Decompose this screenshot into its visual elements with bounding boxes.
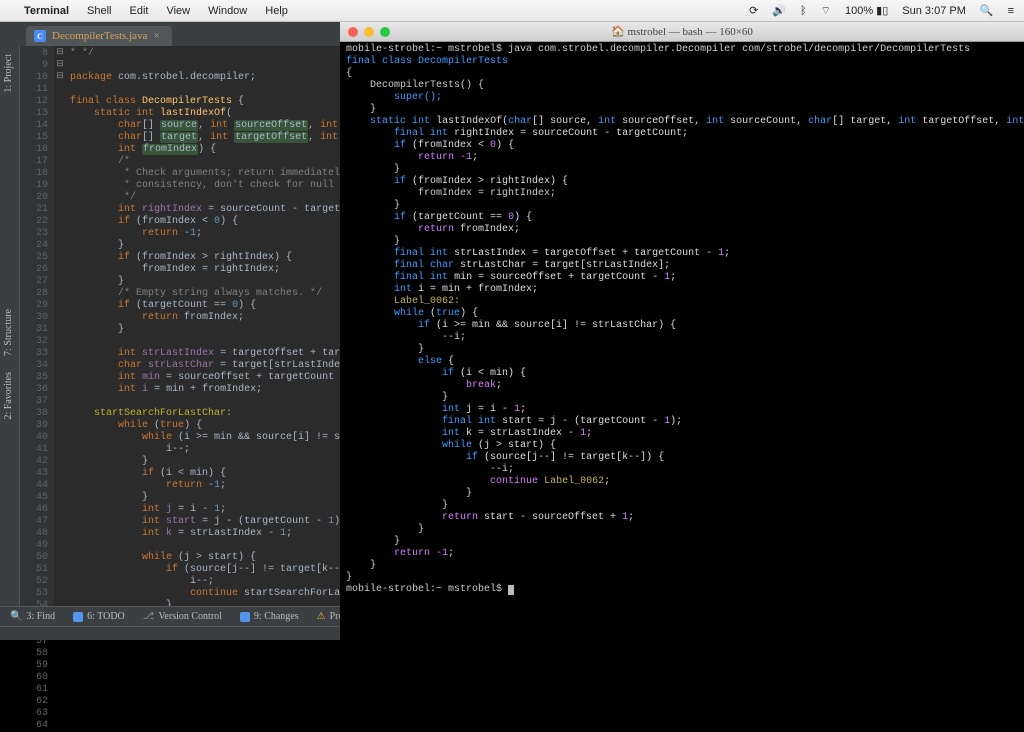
battery-status[interactable]: 100% ▮▯	[845, 4, 888, 17]
terminal-title: 🏠 mstrobel — bash — 160×60	[340, 26, 1024, 38]
close-window-icon[interactable]	[348, 27, 358, 37]
minimize-window-icon[interactable]	[364, 27, 374, 37]
sidebar-structure[interactable]: 7: Structure	[0, 301, 17, 364]
tool-window-bar-left: 1: Project 7: Structure 2: Favorites	[0, 46, 20, 616]
menu-shell[interactable]: Shell	[87, 5, 111, 17]
menu-view[interactable]: View	[166, 5, 190, 17]
menu-app[interactable]: Terminal	[24, 5, 69, 17]
window-controls	[348, 27, 390, 37]
wifi-icon[interactable]: ⌔	[821, 4, 831, 18]
tab-label: DecompilerTests.java	[52, 30, 147, 42]
bluetooth-icon[interactable]: ᛒ	[800, 5, 807, 17]
mac-menubar: Terminal Shell Edit View Window Help ⟳ 🔊…	[0, 0, 1024, 22]
toolwin-changes[interactable]: 9: Changes	[240, 611, 299, 622]
notifications-icon[interactable]: ≡	[1008, 5, 1014, 17]
zoom-window-icon[interactable]	[380, 27, 390, 37]
sync-icon[interactable]: ⟳	[749, 4, 758, 17]
toolwin-find[interactable]: 🔍3: Find	[10, 611, 55, 622]
terminal-body[interactable]: mobile-strobel:~ mstrobel$ java com.stro…	[340, 42, 1024, 598]
terminal-window: 🏠 mstrobel — bash — 160×60 mobile-strobe…	[340, 22, 1024, 640]
java-class-icon: C	[34, 30, 46, 42]
menu-help[interactable]: Help	[265, 5, 288, 17]
fold-gutter: ⊟⊟⊟	[54, 46, 66, 616]
tab-decompilertests[interactable]: C DecompilerTests.java ×	[26, 26, 172, 46]
sidebar-favorites[interactable]: 2: Favorites	[0, 364, 17, 428]
toolwin-todo[interactable]: 6: TODO	[73, 611, 125, 622]
spotlight-icon[interactable]: 🔍	[980, 4, 994, 17]
volume-icon[interactable]: 🔊	[772, 4, 786, 17]
menu-edit[interactable]: Edit	[130, 5, 149, 17]
close-icon[interactable]: ×	[153, 30, 159, 42]
line-number-gutter: 8910111213141516171819202122232425262728…	[20, 46, 54, 616]
toolwin-versioncontrol[interactable]: ⎇Version Control	[143, 611, 222, 622]
terminal-titlebar[interactable]: 🏠 mstrobel — bash — 160×60	[340, 22, 1024, 42]
menu-window[interactable]: Window	[208, 5, 247, 17]
clock[interactable]: Sun 3:07 PM	[902, 5, 966, 17]
sidebar-project[interactable]: 1: Project	[0, 46, 17, 101]
